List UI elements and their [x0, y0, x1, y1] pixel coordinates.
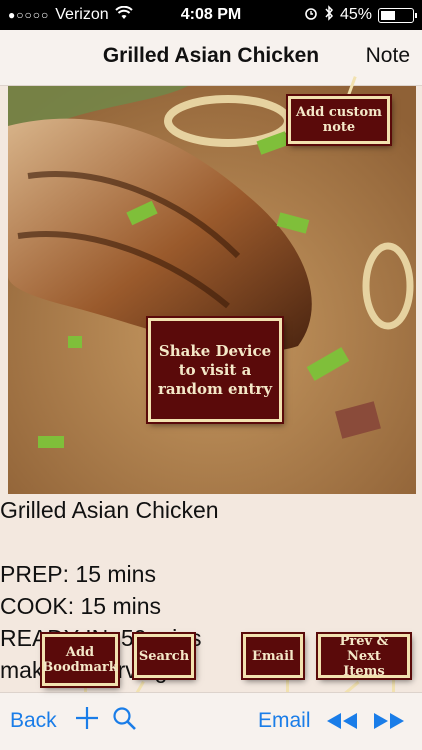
alarm-icon — [304, 6, 318, 25]
battery-level — [381, 10, 395, 20]
nav-bar: Grilled Asian Chicken Note — [0, 30, 422, 86]
wifi-icon — [114, 5, 133, 25]
back-button[interactable]: Back — [10, 709, 57, 733]
page-title: Grilled Asian Chicken — [102, 44, 320, 67]
cook-time: COOK: 15 mins — [0, 593, 162, 619]
search-icon — [113, 707, 136, 730]
add-icon — [76, 707, 98, 729]
bottom-toolbar: Back Email — [0, 692, 422, 750]
add-bookmark-button[interactable] — [74, 705, 100, 731]
next-icon — [374, 713, 404, 729]
next-button[interactable] — [372, 711, 406, 731]
status-left: ●○○○○ Verizon — [8, 5, 133, 25]
note-button[interactable]: Note — [366, 44, 410, 68]
prev-icon — [327, 713, 357, 729]
recipe-photo — [8, 86, 416, 494]
search-button[interactable] — [112, 706, 138, 732]
battery-percent: 45% — [339, 6, 372, 23]
search-tooltip: Search — [134, 634, 194, 678]
prev-button[interactable] — [325, 711, 359, 731]
shake-tooltip: Shake Device to visit a random entry — [148, 318, 282, 422]
add-note-tooltip: Add custom note — [288, 96, 390, 144]
status-bar: ●○○○○ Verizon 4:08 PM 45% — [0, 0, 422, 30]
email-button[interactable]: Email — [258, 709, 311, 733]
battery-icon — [378, 7, 417, 23]
prev-next-tooltip: Prev & Next Items — [318, 634, 410, 679]
prep-time: PREP: 15 mins — [0, 561, 156, 587]
add-bookmark-tooltip: Add Boodmark — [42, 634, 118, 686]
signal-icon: ●○○○○ — [8, 8, 50, 22]
email-tooltip: Email — [243, 634, 303, 678]
status-right: 45% — [304, 4, 417, 26]
carrier-label: Verizon — [55, 6, 109, 23]
bluetooth-icon — [324, 4, 334, 26]
recipe-title: Grilled Asian Chicken — [0, 497, 219, 523]
